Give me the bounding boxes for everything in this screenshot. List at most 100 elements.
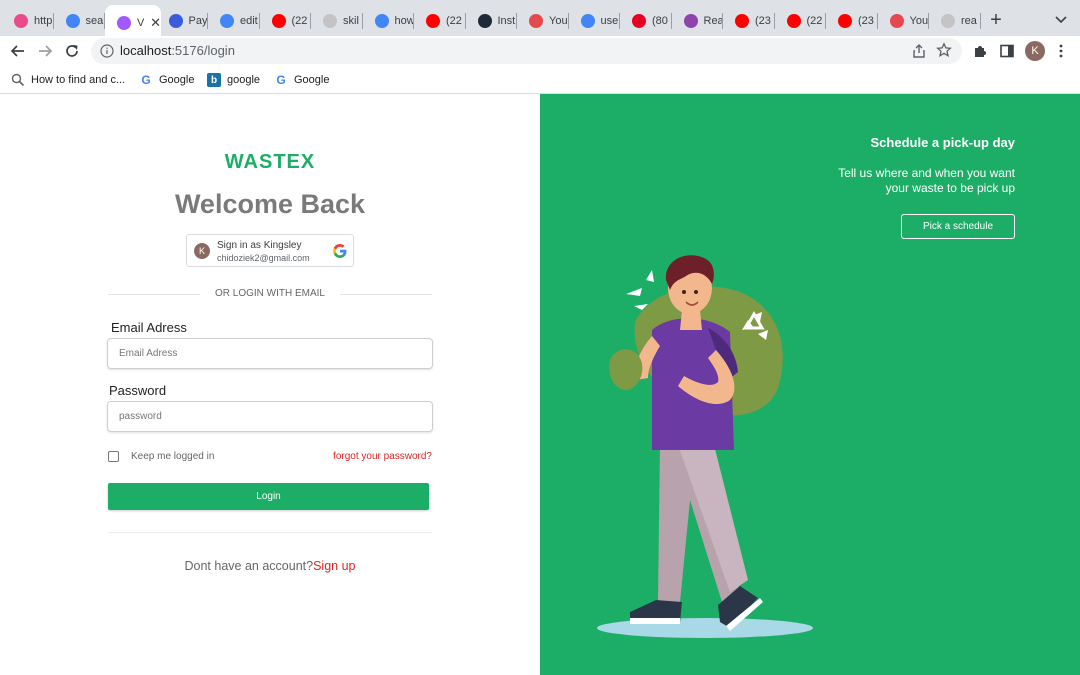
divider-line	[108, 532, 432, 533]
avatar-initial: K	[198, 246, 205, 256]
promo-title: Schedule a pick-up day	[870, 135, 1016, 150]
browser-tab[interactable]: (22	[775, 9, 826, 33]
profile-avatar[interactable]: K	[1025, 41, 1045, 61]
share-icon[interactable]	[911, 43, 927, 59]
tab-title: edit	[240, 15, 258, 27]
bookmark-label: Google	[159, 74, 195, 86]
tab-title: You	[549, 15, 568, 27]
browser-tab[interactable]: (80	[620, 9, 672, 33]
back-button[interactable]	[9, 42, 27, 60]
or-divider: OR LOGIN WITH EMAIL	[108, 288, 432, 302]
bookmark-item[interactable]: b google	[207, 72, 260, 88]
download-icon	[889, 14, 904, 28]
tab-title: (23	[858, 15, 874, 27]
signup-prompt: Dont have an account?Sign up	[0, 559, 540, 573]
google-icon	[65, 14, 80, 28]
tab-title: (23	[755, 15, 771, 27]
youtube-icon	[426, 14, 440, 28]
browser-tab[interactable]: (23	[723, 9, 775, 33]
tab-title: use	[600, 15, 619, 27]
new-tab-button[interactable]: +	[986, 10, 1006, 30]
github-icon	[323, 14, 337, 28]
sign-up-link[interactable]: Sign up	[313, 559, 355, 573]
google-icon	[333, 244, 347, 258]
pick-schedule-button[interactable]: Pick a schedule	[901, 214, 1015, 239]
reload-icon	[66, 45, 78, 57]
bookmark-label: Google	[294, 74, 330, 86]
google-sign-in-button[interactable]: K Sign in as Kingsley chidoziek2@gmail.c…	[186, 234, 354, 267]
browser-tab[interactable]: how	[363, 9, 415, 33]
keep-logged-in-checkbox[interactable]	[108, 451, 119, 462]
paystack-icon	[168, 14, 183, 28]
motion-mark	[626, 288, 642, 296]
chevron-down-icon[interactable]	[1053, 11, 1069, 27]
bookmark-item[interactable]: How to find and c...	[11, 72, 125, 88]
tab-title: skil	[343, 15, 359, 27]
browser-toolbar: localhost:5176/login K	[0, 36, 1080, 66]
youtube-icon	[735, 14, 749, 28]
browser-tab[interactable]: You	[517, 9, 569, 33]
keep-logged-in-label[interactable]: Keep me logged in	[131, 451, 214, 462]
vite-icon	[117, 15, 131, 30]
eye	[682, 290, 686, 294]
bookmarks-bar: How to find and c... G Google b google G…	[0, 66, 1080, 94]
address-bar[interactable]: localhost:5176/login	[91, 38, 962, 64]
menu-button[interactable]	[1052, 42, 1070, 60]
password-label: Password	[109, 383, 167, 398]
email-field[interactable]	[107, 338, 433, 369]
google-icon	[220, 14, 234, 28]
browser-tab[interactable]: You	[878, 9, 929, 33]
browser-tab[interactable]: (23	[826, 9, 878, 33]
email-label: Email Adress	[111, 320, 187, 335]
reload-button[interactable]	[63, 42, 81, 60]
search-icon	[11, 73, 25, 87]
bing-icon: b	[207, 73, 221, 87]
browser-tab[interactable]: sea	[54, 9, 105, 33]
browser-tab[interactable]: Inst	[466, 9, 517, 33]
bookmark-item[interactable]: G Google	[274, 72, 329, 88]
brand-logo[interactable]: WASTEX	[0, 151, 540, 174]
url-host: localhost	[120, 43, 172, 58]
tab-title: http	[34, 15, 53, 27]
browser-tab[interactable]: rea	[929, 9, 981, 33]
side-panel-button[interactable]	[998, 42, 1016, 60]
arrow-right-icon	[39, 45, 53, 57]
page-title: Welcome Back	[174, 189, 366, 219]
tab-title: Inst	[497, 15, 516, 27]
browser-tab[interactable]: (22	[414, 9, 466, 33]
bookmark-star-icon[interactable]	[936, 42, 952, 58]
url-text: localhost:5176/login	[120, 43, 235, 58]
promo-subtitle-line: your waste to be pick up	[885, 181, 1015, 195]
browser-tab[interactable]: skil	[311, 9, 363, 33]
info-icon[interactable]	[100, 44, 114, 58]
google-icon	[580, 14, 595, 28]
puzzle-icon	[975, 46, 986, 57]
tab-title: V	[137, 16, 145, 29]
browser-tab[interactable]: use	[569, 9, 620, 33]
bookmark-label: How to find and c...	[31, 74, 126, 86]
youtube-icon	[838, 14, 852, 28]
browser-tab[interactable]: Pay	[157, 9, 208, 33]
browser-tab[interactable]: Rea	[672, 9, 723, 33]
password-field[interactable]	[107, 401, 433, 432]
extensions-button[interactable]	[971, 42, 989, 60]
bookmark-item[interactable]: G Google	[139, 72, 194, 88]
forgot-password-link[interactable]: forgot your password?	[332, 451, 432, 462]
eye	[694, 290, 698, 294]
promo-subtitle-line: Tell us where and when you want	[838, 166, 1015, 180]
browser-tab[interactable]: http	[2, 9, 54, 33]
login-button[interactable]: Login	[108, 483, 429, 510]
tab-title: sea	[85, 15, 104, 27]
forward-button[interactable]	[36, 42, 54, 60]
ground-shadow	[597, 618, 813, 638]
browser-tab[interactable]: (22	[260, 9, 311, 33]
tab-active[interactable]: V ✕	[105, 5, 161, 40]
dribbble-icon	[14, 14, 28, 28]
side-panel-icon	[1000, 44, 1014, 58]
browser-tab[interactable]: edit	[208, 9, 260, 33]
promo-subtitle: Tell us where and when you want your was…	[760, 166, 1015, 196]
tab-title: (80	[652, 15, 668, 27]
tab-title: how	[394, 15, 415, 27]
tab-title: Pay	[188, 15, 208, 27]
google-icon	[374, 14, 389, 28]
